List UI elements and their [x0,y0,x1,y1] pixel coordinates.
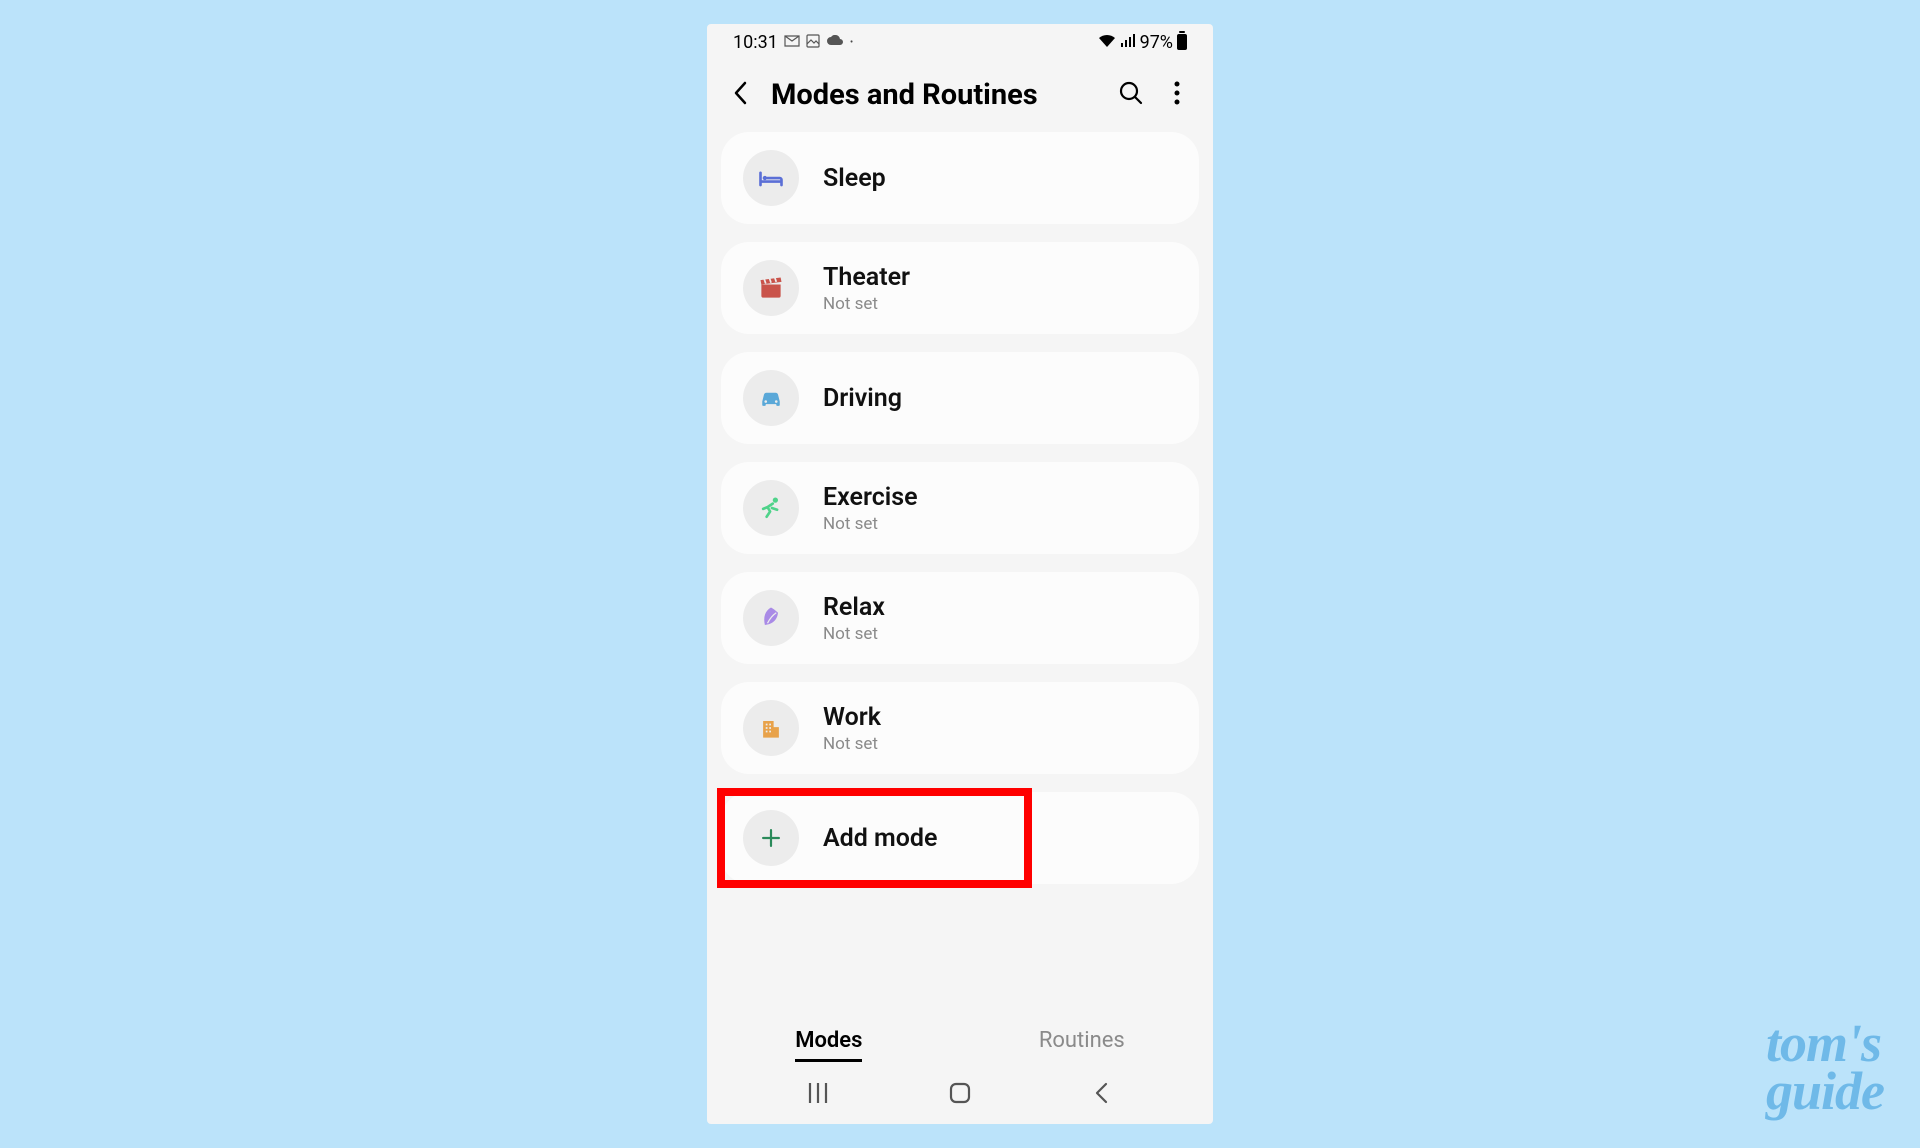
notification-dot-icon: • [850,37,853,48]
mode-item-theater[interactable]: Theater Not set [721,242,1199,334]
mode-label: Theater [823,263,910,292]
cloud-icon [826,35,844,50]
image-icon [806,34,820,51]
watermark-line2: guide [1766,1067,1884,1116]
mode-label: Sleep [823,164,886,193]
search-icon [1118,80,1144,106]
status-bar: 10:31 • 97% [707,24,1213,60]
more-button[interactable] [1163,80,1191,110]
mode-label: Driving [823,384,902,413]
tab-modes[interactable]: Modes [795,1028,862,1062]
mode-label: Relax [823,593,885,622]
leaf-icon [743,590,799,646]
recents-icon [807,1083,829,1103]
gmail-icon [784,35,800,50]
mode-label: Exercise [823,483,918,512]
tab-routines[interactable]: Routines [1039,1028,1125,1062]
back-button[interactable] [729,79,753,111]
mode-item-exercise[interactable]: Exercise Not set [721,462,1199,554]
phone-screenshot: 10:31 • 97% Modes an [707,24,1213,1124]
more-vertical-icon [1173,80,1181,106]
mode-label: Work [823,703,881,732]
watermark-line1: tom's [1766,1019,1884,1068]
signal-icon [1120,32,1136,53]
page-title: Modes and Routines [771,78,1099,112]
watermark-logo: tom's guide [1766,1019,1884,1116]
mode-item-driving[interactable]: Driving [721,352,1199,444]
mode-item-relax[interactable]: Relax Not set [721,572,1199,664]
mode-sub: Not set [823,514,918,534]
clapper-icon [743,260,799,316]
mode-sub: Not set [823,624,885,644]
battery-icon [1177,34,1187,50]
header: Modes and Routines [707,60,1213,132]
modes-list: Sleep Theater Not set Driving [707,132,1213,1012]
bed-icon [743,150,799,206]
building-icon [743,700,799,756]
nav-back-button[interactable] [1089,1080,1115,1106]
android-nav-bar [707,1070,1213,1124]
bottom-tabs: Modes Routines [707,1012,1213,1070]
chevron-left-icon [731,79,751,107]
wifi-icon [1098,32,1116,53]
home-button[interactable] [947,1080,973,1106]
chevron-left-icon [1093,1082,1111,1104]
mode-item-work[interactable]: Work Not set [721,682,1199,774]
mode-item-sleep[interactable]: Sleep [721,132,1199,224]
add-mode-label: Add mode [823,824,937,853]
battery-percent: 97% [1140,32,1173,53]
add-mode-button[interactable]: Add mode [721,792,1199,884]
runner-icon [743,480,799,536]
recents-button[interactable] [805,1080,831,1106]
plus-icon [743,810,799,866]
car-icon [743,370,799,426]
mode-sub: Not set [823,294,910,314]
home-icon [949,1082,971,1104]
status-time: 10:31 [733,32,778,53]
search-button[interactable] [1117,80,1145,110]
mode-sub: Not set [823,734,881,754]
